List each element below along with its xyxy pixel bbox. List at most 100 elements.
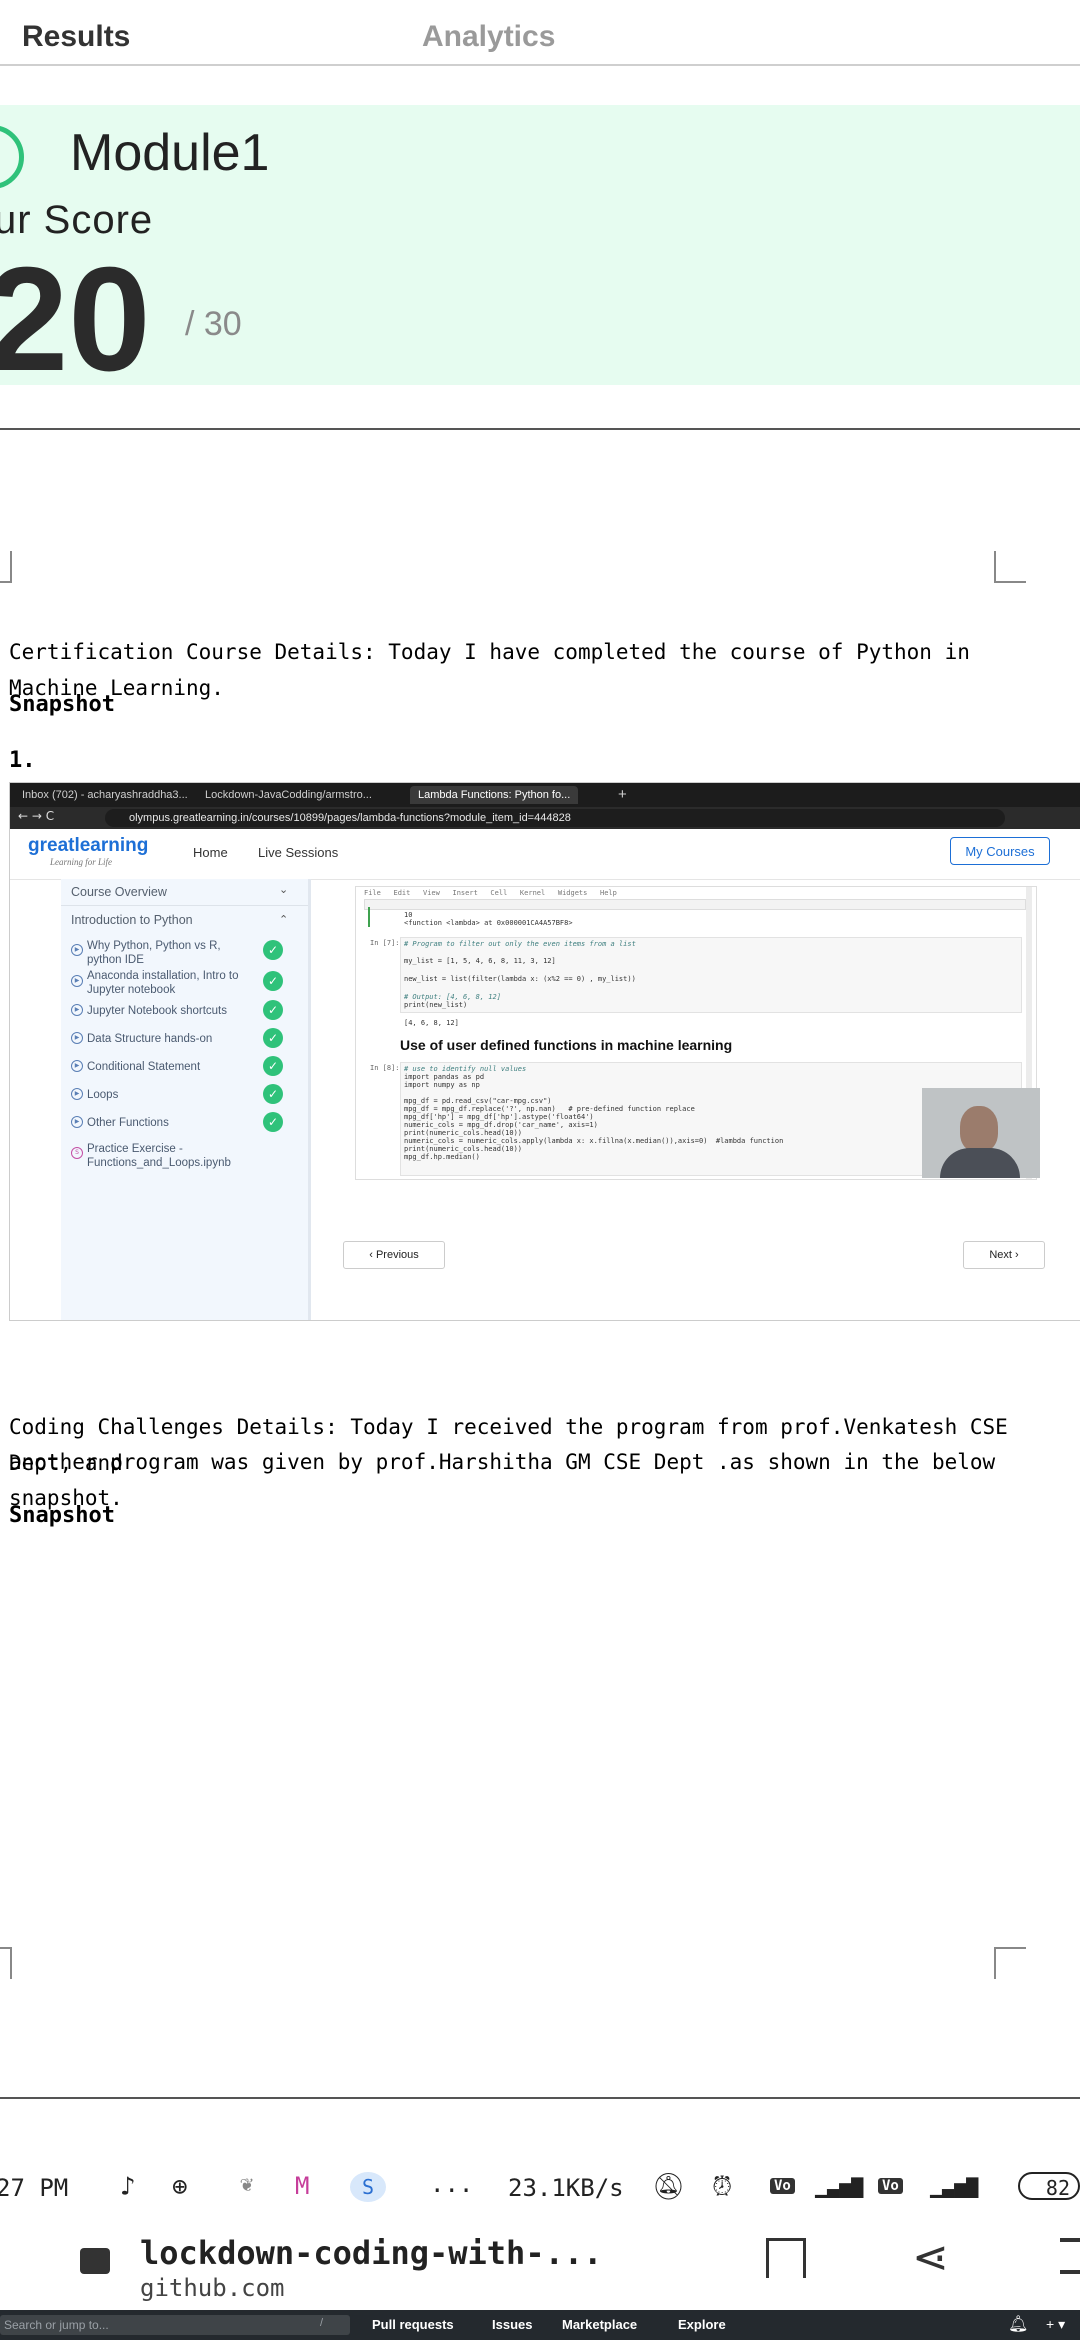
nav-pull-requests[interactable]: Pull requests — [372, 2317, 454, 2332]
sidebar-intro-python[interactable]: Introduction to Python — [71, 913, 193, 927]
browser-address-bar: ← → C olympus.greatlearning.in/courses/1… — [10, 807, 1080, 829]
github-header-strip: Search or jump to... / Pull requests Iss… — [0, 2310, 1080, 2340]
nav-live-sessions[interactable]: Live Sessions — [258, 845, 338, 860]
coding-details-line2: another program was given by prof.Harshi… — [9, 1450, 996, 1510]
exercise-icon: S — [71, 1147, 83, 1159]
url-field[interactable]: olympus.greatlearning.in/courses/10899/p… — [105, 809, 1005, 827]
site-header: greatlearning Learning for Life Home Liv… — [10, 829, 1080, 880]
completed-check-icon: ✓ — [263, 1112, 283, 1132]
volte-icon-2: Vo — [878, 2178, 903, 2194]
sidebar-item-practice-exercise[interactable]: Practice Exercise - Functions_and_Loops.… — [87, 1142, 257, 1170]
instructor-face — [960, 1106, 998, 1152]
play-icon: ▶ — [71, 1088, 83, 1100]
check-icon — [0, 125, 24, 189]
status-time: 27 PM — [0, 2174, 69, 2202]
lock-icon — [80, 2248, 110, 2274]
next-button[interactable]: Next › — [963, 1241, 1045, 1269]
play-icon: ▶ — [71, 1004, 83, 1016]
greatlearning-logo[interactable]: greatlearning — [28, 835, 148, 857]
notifications-icon[interactable]: 🔔︎ — [1008, 2314, 1028, 2334]
status-bar: 27 PM ♪ ⊕ ❦ M S ... 23.1KB/s 🔕︎ ⏰︎ Vo ▁▃… — [0, 2168, 1080, 2208]
play-icon: ▶ — [71, 1060, 83, 1072]
notebook-menu[interactable]: File Edit View Insert Cell Kernel Widget… — [364, 889, 617, 897]
completed-check-icon: ✓ — [263, 1084, 283, 1104]
chevron-up-icon[interactable]: ⌃ — [279, 913, 288, 926]
sidebar-item-other-functions[interactable]: Other Functions — [87, 1116, 257, 1130]
new-tab-icon[interactable]: + — [618, 786, 627, 804]
browser-tab-strip: Inbox (702) - acharyashraddha3... Lockdo… — [10, 783, 1080, 807]
play-icon: ▶ — [71, 1032, 83, 1044]
share-icon[interactable]: ⋖ — [912, 2232, 949, 2283]
certification-details: Certification Course Details: Today I ha… — [9, 640, 970, 700]
previous-button[interactable]: ‹ Previous — [343, 1241, 445, 1269]
page-title[interactable]: lockdown-coding-with-... — [140, 2234, 602, 2272]
chevron-down-icon[interactable]: ⌄ — [279, 883, 288, 896]
page-corner-mark — [0, 1947, 12, 1979]
page-corner-mark — [994, 1947, 1026, 1979]
notebook-toolbar[interactable] — [364, 899, 1026, 910]
sidebar-item-anaconda[interactable]: Anaconda installation, Intro to Jupyter … — [87, 969, 257, 997]
module-title: Module1 — [70, 124, 270, 182]
page-corner-mark — [994, 551, 1026, 583]
sidebar-item-data-structure[interactable]: Data Structure hands-on — [87, 1032, 257, 1046]
completed-check-icon: ✓ — [263, 940, 283, 960]
play-icon: ▶ — [71, 1116, 83, 1128]
score-card: Module1 ur Score 20 / 30 — [0, 105, 1080, 400]
sidebar-item-conditional[interactable]: Conditional Statement — [87, 1060, 257, 1074]
notebook-heading: Use of user defined functions in machine… — [400, 1037, 733, 1053]
sidebar-course-overview[interactable]: Course Overview — [71, 885, 167, 899]
sidebar-item-loops[interactable]: Loops — [87, 1088, 257, 1102]
nav-explore[interactable]: Explore — [678, 2317, 726, 2332]
completed-check-icon: ✓ — [263, 971, 283, 991]
bookmark-icon[interactable] — [766, 2238, 806, 2278]
page-corner-mark — [0, 551, 12, 583]
page-divider — [0, 428, 1080, 430]
nav-issues[interactable]: Issues — [492, 2317, 532, 2332]
alarm-icon: ⏰︎ — [712, 2172, 733, 2202]
github-search-input[interactable]: Search or jump to... — [0, 2315, 350, 2335]
instructor-video[interactable] — [922, 1088, 1040, 1178]
sidebar-item-why-python[interactable]: Why Python, Python vs R, python IDE — [87, 939, 257, 967]
list-number: 1. — [9, 748, 36, 773]
mute-icon: 🔕︎ — [652, 2172, 686, 2202]
completed-check-icon: ✓ — [263, 1028, 283, 1048]
nav-marketplace[interactable]: Marketplace — [562, 2317, 637, 2332]
browser-bottom-bar: lockdown-coding-with-... github.com ⋖ — [0, 2220, 1080, 2310]
signal-icon: ▁▃▅▇ — [815, 2174, 864, 2198]
skype-icon: S — [350, 2172, 386, 2202]
browser-tab-inbox[interactable]: Inbox (702) - acharyashraddha3... — [22, 786, 188, 804]
score-value: 20 — [0, 237, 151, 402]
signal-4g-icon: ▁▃▅▇ — [930, 2174, 979, 2198]
browser-tab-github[interactable]: Lockdown-JavaCodding/armstro... — [205, 786, 372, 804]
play-icon: ▶ — [71, 944, 83, 956]
score-max: / 30 — [185, 305, 242, 343]
completed-check-icon: ✓ — [263, 1000, 283, 1020]
snapshot-heading-2: Snapshot — [9, 1503, 115, 1528]
tab-analytics[interactable]: Analytics — [422, 20, 555, 54]
course-sidebar: Course Overview ⌄ Introduction to Python… — [61, 879, 311, 1320]
tab-results[interactable]: Results — [22, 20, 130, 54]
course-screenshot: Inbox (702) - acharyashraddha3... Lockdo… — [9, 782, 1080, 1321]
results-tabs: Results Analytics — [0, 0, 1080, 66]
app-icon: ⊕ — [172, 2172, 188, 2202]
notification-icon: ❦ — [240, 2172, 254, 2197]
network-speed: 23.1KB/s — [508, 2174, 624, 2202]
logo-tagline: Learning for Life — [50, 857, 113, 867]
tiktok-icon: ♪ — [120, 2172, 136, 2202]
plus-icon[interactable]: + ▾ — [1046, 2316, 1065, 2333]
battery-level: 82 — [1018, 2172, 1080, 2200]
instructor-shoulders — [940, 1148, 1020, 1178]
page-domain[interactable]: github.com — [140, 2274, 285, 2302]
my-courses-button[interactable]: My Courses — [950, 837, 1050, 865]
browser-tab-lambda[interactable]: Lambda Functions: Python fo... — [410, 786, 579, 804]
page-divider — [0, 2097, 1080, 2099]
gmail-icon: M — [295, 2172, 310, 2200]
search-shortcut: / — [320, 2317, 324, 2329]
nav-arrows-icon[interactable]: ← → C — [18, 809, 54, 823]
more-icon: ... — [430, 2170, 474, 2198]
snapshot-heading: Snapshot — [9, 692, 115, 717]
menu-icon[interactable] — [1060, 2238, 1080, 2274]
sidebar-item-jupyter-shortcuts[interactable]: Jupyter Notebook shortcuts — [87, 1004, 257, 1018]
nav-home[interactable]: Home — [193, 845, 228, 860]
completed-check-icon: ✓ — [263, 1056, 283, 1076]
